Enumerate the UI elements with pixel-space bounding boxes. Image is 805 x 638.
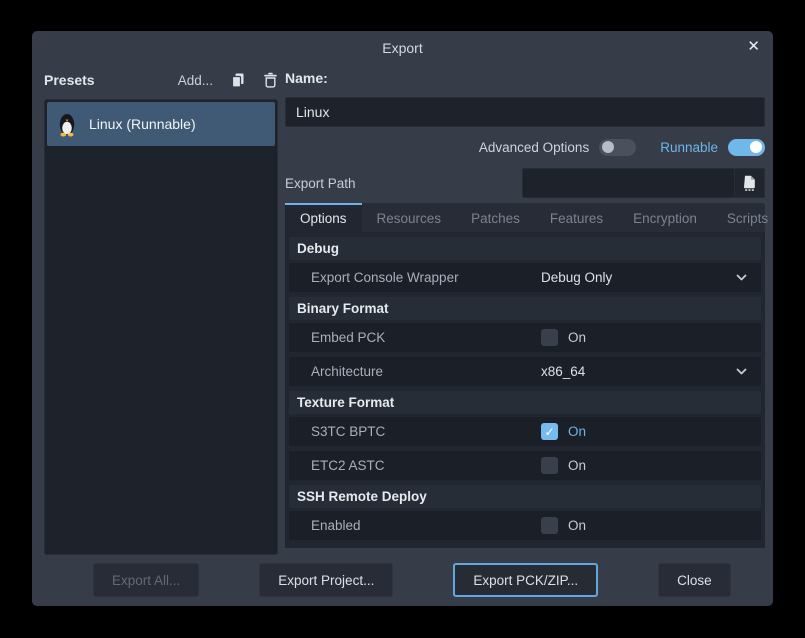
checkbox-etc2-astc[interactable] (541, 457, 558, 474)
dropdown-export-console-wrapper[interactable]: Debug Only (532, 263, 761, 292)
tab-resources[interactable]: Resources (362, 203, 457, 232)
preset-list: Linux (Runnable) (44, 99, 278, 555)
tab-patches[interactable]: Patches (456, 203, 535, 232)
close-button[interactable]: Close (658, 563, 731, 597)
file-browse-icon[interactable] (735, 168, 765, 198)
property-row-embed-pck: Embed PCK On (289, 323, 761, 352)
toggle-knob (602, 141, 614, 153)
property-row-enabled: Enabled On (289, 511, 761, 540)
checkbox-label: On (568, 330, 586, 345)
tab-encryption[interactable]: Encryption (618, 203, 712, 232)
dropdown-value: x86_64 (541, 364, 585, 379)
property-label: Enabled (289, 518, 532, 533)
checkbox-label: On (568, 518, 586, 533)
property-row-etc2-astc: ETC2 ASTC On (289, 451, 761, 480)
property-row-architecture: Architecture x86_64 (289, 357, 761, 386)
dropdown-architecture[interactable]: x86_64 (532, 357, 761, 386)
runnable-label: Runnable (660, 140, 718, 155)
section-header-ssh-remote-deploy: SSH Remote Deploy (289, 485, 761, 508)
preset-item-linux[interactable]: Linux (Runnable) (47, 102, 275, 146)
export-dialog: Export ✕ Presets Add... (32, 31, 773, 606)
presets-title: Presets (44, 72, 95, 88)
section-header-binary-format: Binary Format (289, 297, 761, 320)
duplicate-icon[interactable] (230, 72, 246, 88)
export-path-input[interactable] (522, 168, 735, 198)
checkbox-label: On (568, 458, 586, 473)
tab-bar: OptionsResourcesPatchesFeaturesEncryptio… (285, 203, 765, 232)
tab-features[interactable]: Features (535, 203, 618, 232)
checkbox-embed-pck[interactable] (541, 329, 558, 346)
options-panel: Debug Export Console Wrapper Debug Only Bi… (285, 232, 765, 548)
property-row-s3tc-bptc: S3TC BPTC On (289, 417, 761, 446)
dropdown-value: Debug Only (541, 270, 612, 285)
section-header-texture-format: Texture Format (289, 391, 761, 414)
export-path-label: Export Path (285, 176, 356, 191)
property-label: Export Console Wrapper (289, 270, 532, 285)
checkbox-value-cell: On (532, 423, 761, 440)
runnable-toggle[interactable] (728, 139, 765, 156)
add-preset-button[interactable]: Add... (178, 73, 213, 88)
chevron-down-icon (735, 367, 748, 376)
advanced-options-toggle[interactable] (599, 139, 636, 156)
property-label: Architecture (289, 364, 532, 379)
export-all-button[interactable]: Export All... (93, 563, 199, 597)
property-label: Embed PCK (289, 330, 532, 345)
dialog-title: Export (32, 40, 773, 56)
toggles-row: Advanced Options Runnable (285, 136, 765, 158)
tab-scripts[interactable]: Scripts (712, 203, 783, 232)
chevron-down-icon (735, 273, 748, 282)
checkbox-value-cell: On (532, 517, 761, 534)
delete-icon[interactable] (263, 72, 278, 88)
checkbox-enabled[interactable] (541, 517, 558, 534)
footer-buttons: Export All... Export Project... Export PCK… (32, 563, 773, 597)
export-path-row: Export Path (285, 167, 765, 199)
checkbox-s3tc-bptc[interactable] (541, 423, 558, 440)
property-label: S3TC BPTC (289, 424, 532, 439)
checkbox-value-cell: On (532, 329, 761, 346)
toggle-knob (750, 141, 762, 153)
name-label: Name: (285, 70, 328, 86)
close-icon[interactable]: ✕ (747, 37, 760, 57)
presets-header: Presets Add... (44, 67, 278, 93)
checkbox-label: On (568, 424, 586, 439)
property-label: ETC2 ASTC (289, 458, 532, 473)
export-pck-zip-button[interactable]: Export PCK/ZIP... (453, 563, 598, 597)
linux-penguin-icon (57, 111, 77, 137)
preset-item-label: Linux (Runnable) (89, 116, 196, 132)
property-row-export-console-wrapper: Export Console Wrapper Debug Only (289, 263, 761, 292)
tab-options[interactable]: Options (285, 203, 362, 232)
checkbox-value-cell: On (532, 457, 761, 474)
export-project-button[interactable]: Export Project... (259, 563, 393, 597)
section-header-debug: Debug (289, 237, 761, 260)
name-input[interactable] (285, 97, 765, 127)
advanced-options-label: Advanced Options (479, 140, 589, 155)
